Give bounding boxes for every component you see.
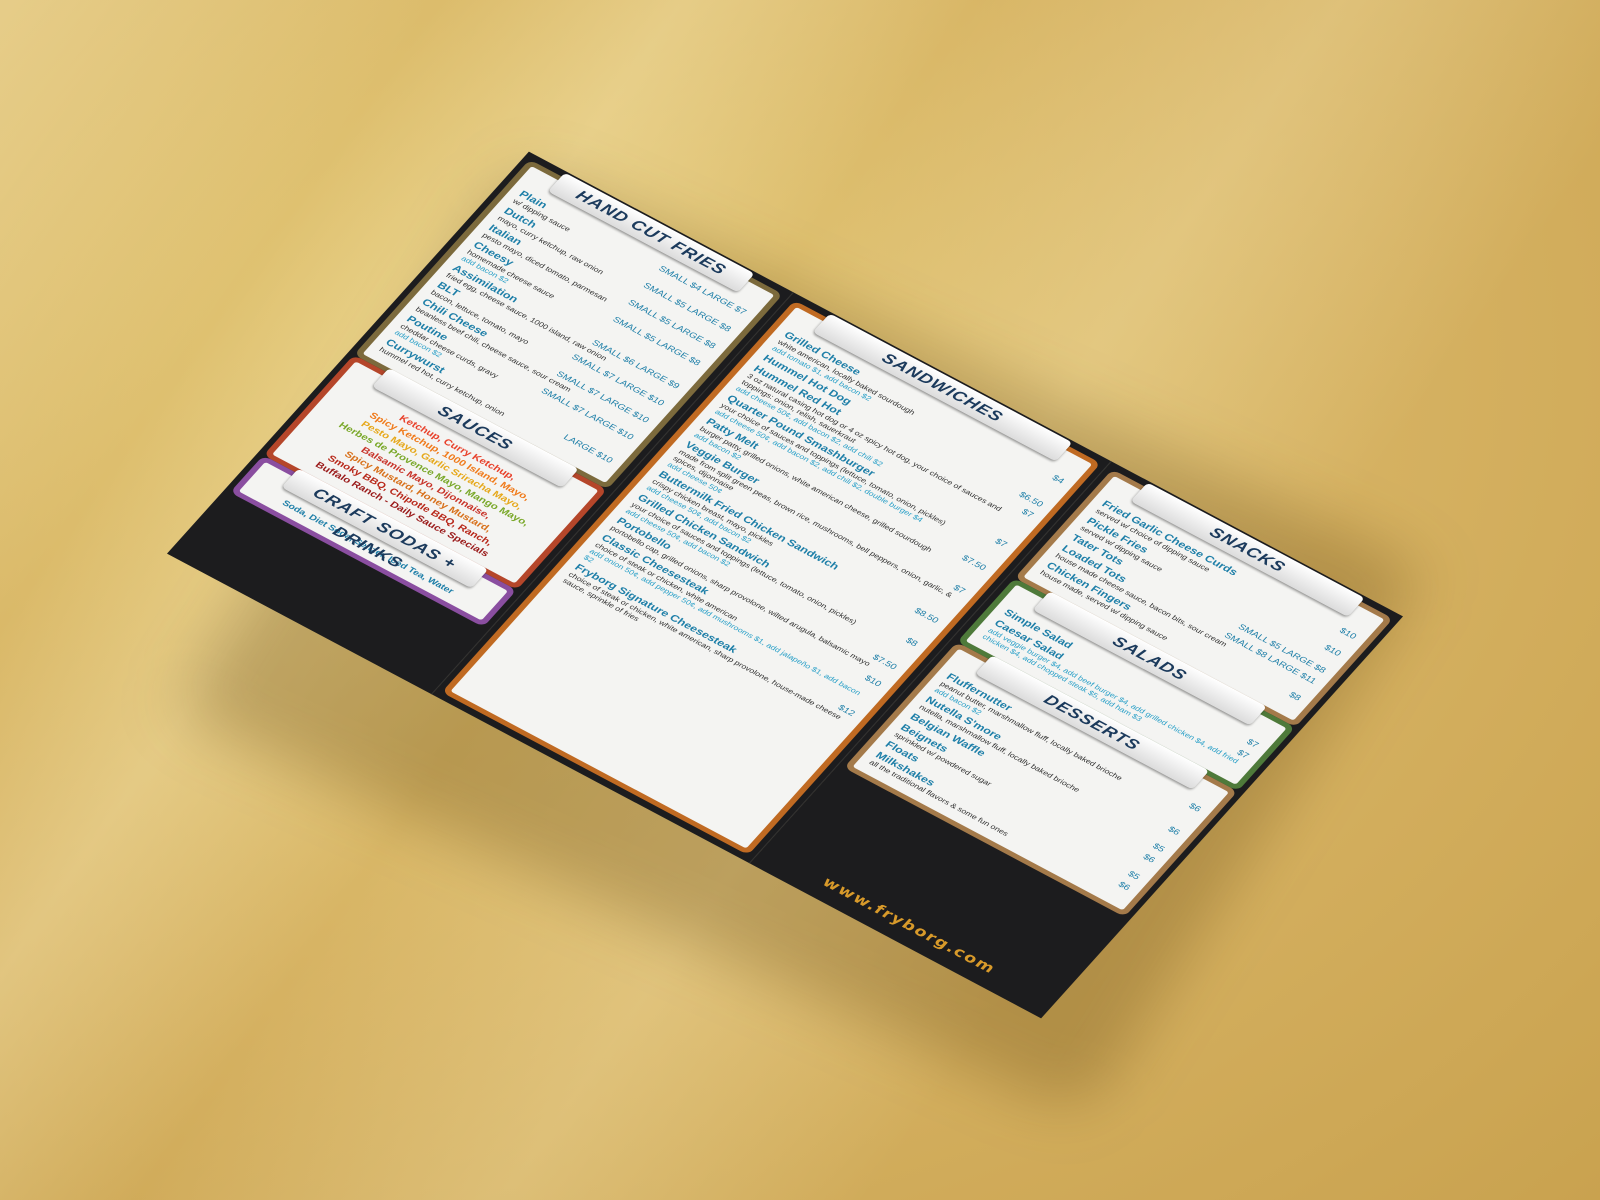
- table-surface: HAND CUT FRIES Plain SMALL $4 LARGE $7 w/ …: [0, 0, 1600, 1200]
